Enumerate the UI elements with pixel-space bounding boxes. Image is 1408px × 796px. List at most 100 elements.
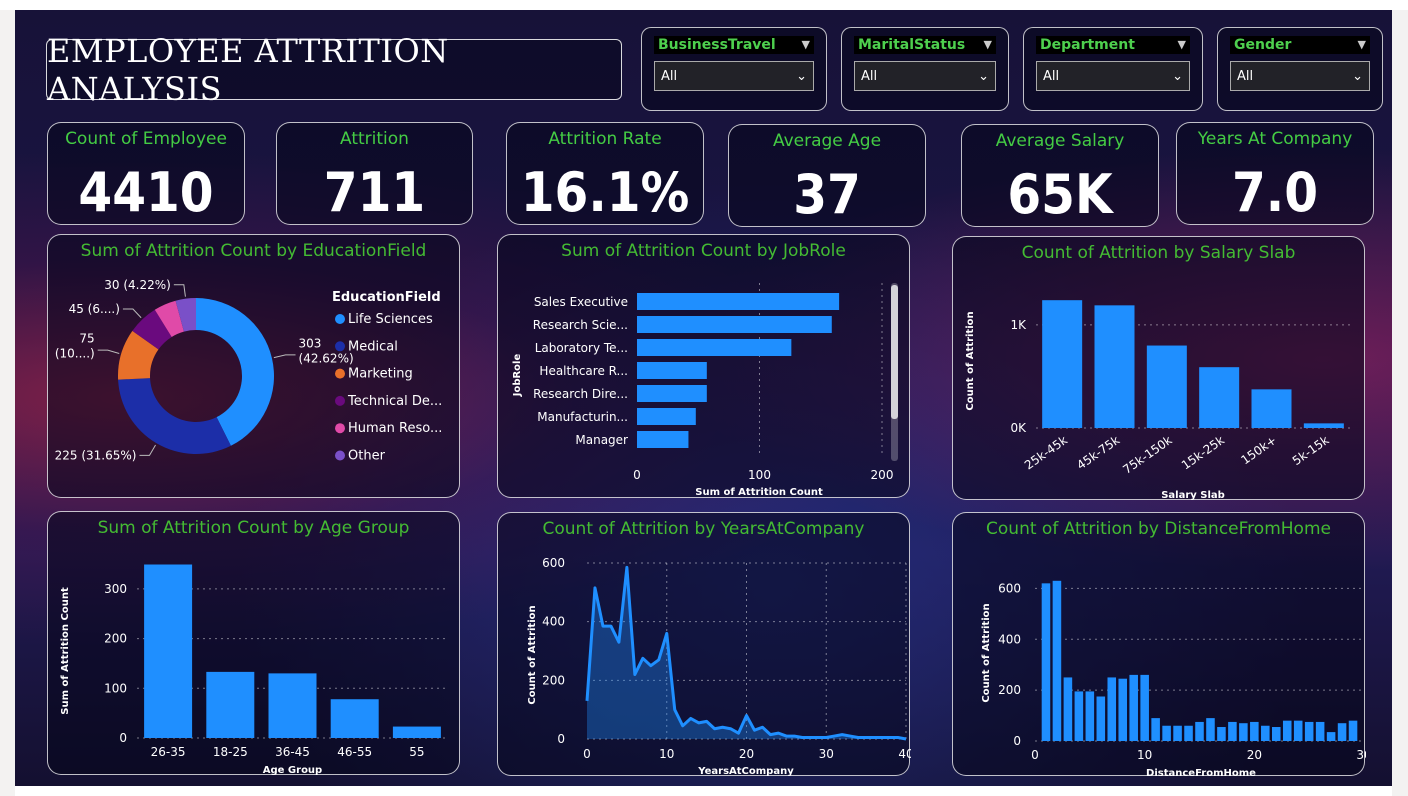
tick-label: 0 xyxy=(583,747,591,761)
chevron-down-icon[interactable]: ▼ xyxy=(1178,36,1186,54)
chart-panel-education-field[interactable]: Sum of Attrition Count by EducationField… xyxy=(47,234,460,498)
slicer-gender-header: Gender ▼ xyxy=(1230,36,1370,54)
tick-label: 20 xyxy=(739,747,754,761)
data-label-leader xyxy=(139,444,156,456)
bar xyxy=(1107,677,1117,741)
dropdown-arrow-icon[interactable]: ⌄ xyxy=(1172,62,1183,92)
bar xyxy=(637,385,707,402)
legend-title: EducationField xyxy=(332,290,441,305)
bar xyxy=(1074,691,1084,741)
tick-label: 400 xyxy=(542,615,565,629)
tick-label: 1K xyxy=(1010,318,1027,332)
slicer-marital-status[interactable]: MaritalStatus ▼ All ⌄ xyxy=(841,27,1009,111)
category-label: Research Scie... xyxy=(533,318,628,332)
slicer-marital-status-value: All xyxy=(861,69,878,84)
data-label: 45 (6....) xyxy=(69,302,120,316)
chevron-down-icon[interactable]: ▼ xyxy=(984,36,992,54)
legend-label: Life Sciences xyxy=(348,312,433,327)
kpi-card-attrition[interactable]: Attrition 711 xyxy=(276,122,473,225)
tick-label: 30 xyxy=(1356,748,1366,762)
slicer-gender-label: Gender xyxy=(1234,37,1292,53)
dropdown-arrow-icon[interactable]: ⌄ xyxy=(978,62,989,92)
tick-label: 10 xyxy=(1137,748,1152,762)
report-title-box: EMPLOYEE ATTRITION ANALYSIS xyxy=(46,32,622,108)
bar xyxy=(1085,691,1095,741)
slicer-business-travel-dropdown[interactable]: All ⌄ xyxy=(654,61,814,91)
chart-panel-distance-from-home[interactable]: Count of Attrition by DistanceFromHome 0… xyxy=(952,512,1366,777)
tick-label: 0 xyxy=(1031,748,1039,762)
slicer-marital-status-label: MaritalStatus xyxy=(858,37,966,53)
slicer-department[interactable]: Department ▼ All ⌄ xyxy=(1023,27,1203,111)
bar xyxy=(1303,423,1344,428)
bar xyxy=(1261,725,1270,741)
bar xyxy=(1282,720,1292,741)
data-label-leader xyxy=(273,354,296,359)
tick-label: 600 xyxy=(542,556,565,570)
data-label: 30 (4.22%) xyxy=(104,278,171,292)
category-label: Manufacturin... xyxy=(537,410,628,424)
bar xyxy=(1146,345,1187,428)
bar xyxy=(1184,725,1193,741)
category-label: 26-35 xyxy=(151,745,186,759)
tick-label: 600 xyxy=(998,581,1021,595)
chart-panel-salary-slab[interactable]: Count of Attrition by Salary Slab 0K 1K 25… xyxy=(952,236,1365,501)
chevron-down-icon[interactable]: ▼ xyxy=(802,36,810,54)
chart-panel-job-role[interactable]: Sum of Attrition Count by JobRole Sales … xyxy=(497,234,910,498)
report-canvas: EMPLOYEE ATTRITION ANALYSIS BusinessTrav… xyxy=(15,10,1392,786)
category-label: Healthcare R... xyxy=(539,364,628,378)
chevron-down-icon[interactable]: ▼ xyxy=(1358,36,1366,54)
kpi-value: 16.1% xyxy=(520,161,690,224)
kpi-card-average-salary[interactable]: Average Salary 65K xyxy=(961,124,1159,227)
tick-label: 400 xyxy=(998,632,1021,646)
slicer-department-dropdown[interactable]: All ⌄ xyxy=(1036,61,1190,91)
bar-chart-age-group: 0 100 200 300 26-35 18-25 36-45 46-55 55 Age Grou… xyxy=(60,564,448,776)
category-label: 15k-25k xyxy=(1179,433,1227,472)
y-axis-title: Count of Attrition xyxy=(527,605,538,704)
tick-label: 0 xyxy=(119,731,127,745)
bar xyxy=(1251,389,1292,428)
tick-label: 200 xyxy=(542,673,565,687)
kpi-card-attrition-rate[interactable]: Attrition Rate 16.1% xyxy=(506,122,704,225)
slicer-department-label: Department xyxy=(1040,37,1135,53)
kpi-label: Average Age xyxy=(772,131,882,151)
category-label: 18-25 xyxy=(213,745,248,759)
y-axis-title: Sum of Attrition Count xyxy=(60,587,71,715)
bar xyxy=(637,339,792,356)
data-label: 225 (31.65%) xyxy=(55,448,137,462)
bar xyxy=(1199,367,1240,428)
x-axis-title: Age Group xyxy=(263,765,322,776)
bar xyxy=(1041,583,1051,741)
slicer-gender-dropdown[interactable]: All ⌄ xyxy=(1230,61,1370,91)
bar xyxy=(1094,305,1135,428)
data-label-leader xyxy=(97,349,120,354)
data-label-leader xyxy=(122,308,142,319)
bar xyxy=(1315,721,1325,741)
bar xyxy=(1271,727,1281,741)
y-axis-title: Count of Attrition xyxy=(965,311,976,410)
chart-panel-age-group[interactable]: Sum of Attrition Count by Age Group 0 100… xyxy=(47,511,460,776)
kpi-card-count-of-employee[interactable]: Count of Employee 4410 xyxy=(47,122,245,225)
legend-label: Technical De... xyxy=(347,394,442,409)
category-label: Sales Executive xyxy=(534,295,628,309)
right-pane-strip xyxy=(1392,10,1408,796)
bar xyxy=(637,316,832,333)
dropdown-arrow-icon[interactable]: ⌄ xyxy=(796,62,807,92)
tick-label: 0 xyxy=(1013,734,1021,748)
kpi-value: 7.0 xyxy=(1231,161,1319,224)
slicer-gender[interactable]: Gender ▼ All ⌄ xyxy=(1217,27,1383,111)
slicer-business-travel[interactable]: BusinessTravel ▼ All ⌄ xyxy=(641,27,827,111)
kpi-card-average-age[interactable]: Average Age 37 xyxy=(728,124,926,227)
bar xyxy=(206,671,255,738)
bar-chart-distance-from-home: 0 200 400 600 0 10 20 30 DistanceFromHome Count o… xyxy=(981,580,1366,777)
area-chart-years-at-company: 0 200 400 600 0 10 20 30 40 YearsAtCompany Count o… xyxy=(527,556,911,777)
dropdown-arrow-icon[interactable]: ⌄ xyxy=(1352,62,1363,92)
slicer-marital-status-dropdown[interactable]: All ⌄ xyxy=(854,61,996,91)
kpi-card-years-at-company[interactable]: Years At Company 7.0 xyxy=(1176,122,1374,225)
bar xyxy=(637,431,689,448)
category-label: 5k-15k xyxy=(1290,433,1332,468)
chart-panel-years-at-company[interactable]: Count of Attrition by YearsAtCompany 0 20… xyxy=(497,512,911,777)
category-label: Research Dire... xyxy=(533,387,628,401)
category-label: Laboratory Te... xyxy=(535,341,628,355)
legend-marker xyxy=(335,395,345,406)
bar xyxy=(1239,723,1248,741)
